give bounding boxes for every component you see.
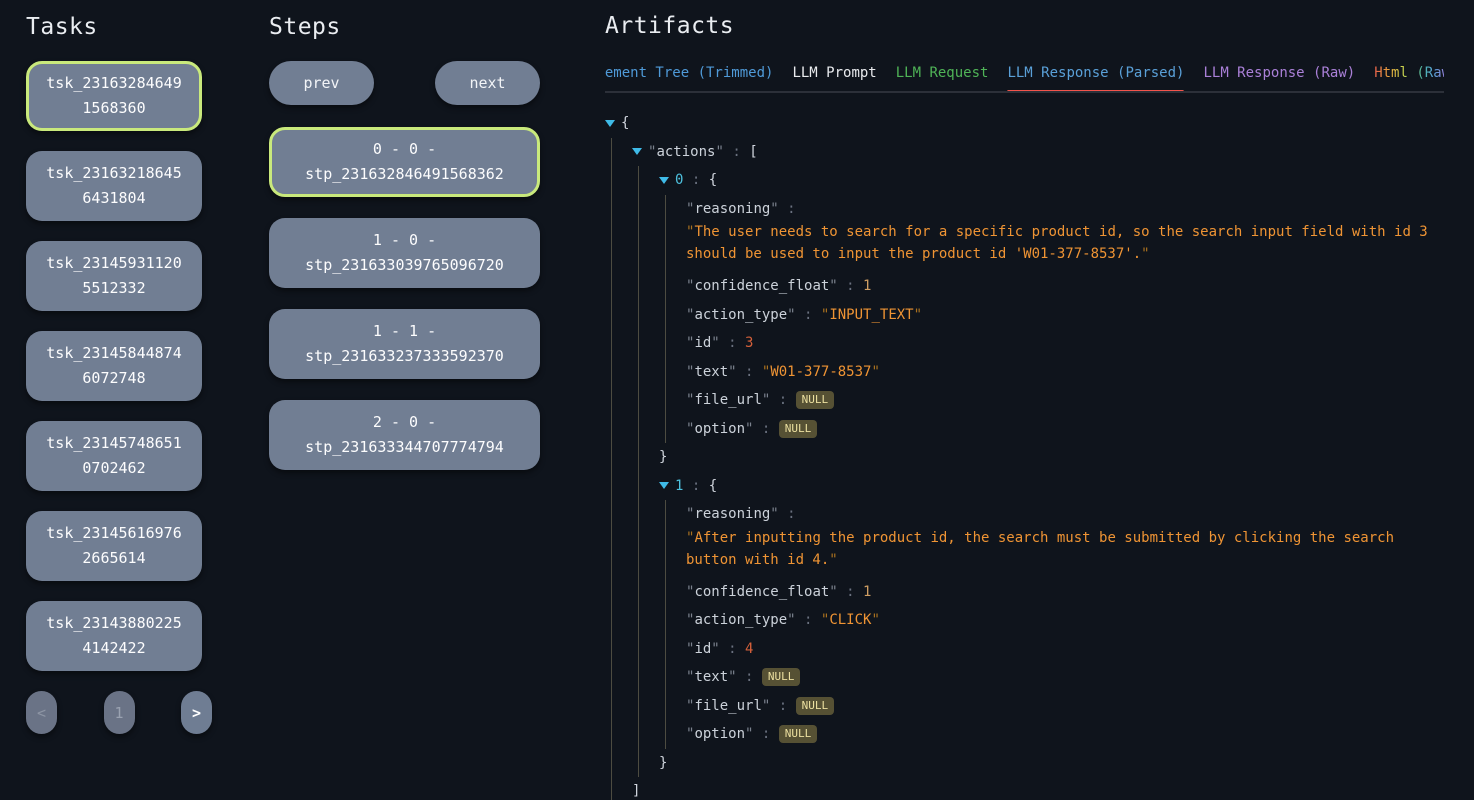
task-list: tsk_231632846491568360 tsk_23163218645643…: [26, 61, 202, 671]
prev-page-button[interactable]: <: [26, 691, 57, 734]
null-badge: NULL: [796, 697, 835, 715]
prev-step-button[interactable]: prev: [269, 61, 374, 105]
artifacts-panel: Artifacts Element Tree (Trimmed) LLM Prom…: [605, 13, 1444, 800]
json-row: 1 : {: [659, 472, 1444, 501]
tab-llm-prompt[interactable]: LLM Prompt: [792, 65, 876, 81]
json-number-value: 1: [863, 584, 871, 600]
json-row: "confidence_float" : 1: [686, 272, 1444, 301]
json-row: "action_type" : "CLICK": [686, 606, 1444, 635]
step-button[interactable]: 0 - 0 - stp_231632846491568362: [269, 127, 540, 197]
json-string-value: INPUT_TEXT: [829, 307, 913, 323]
json-row: "id" : 4: [686, 635, 1444, 664]
json-children: "reasoning" :"The user needs to search f…: [665, 195, 1444, 444]
json-key: text: [694, 669, 728, 685]
tab-html-raw[interactable]: Html (Raw): [1374, 65, 1444, 81]
json-row: "reasoning" :: [686, 500, 1444, 529]
collapse-arrow-icon[interactable]: [659, 482, 669, 489]
json-row: }: [659, 443, 1444, 472]
json-key: action_type: [694, 307, 787, 323]
json-row: "option" : NULL: [686, 415, 1444, 444]
tasks-title: Tasks: [26, 14, 202, 40]
json-children: 0 : {"reasoning" :"The user needs to sea…: [638, 166, 1444, 777]
json-key: id: [694, 335, 711, 351]
json-row: "reasoning" :: [686, 195, 1444, 224]
page-number-button[interactable]: 1: [104, 691, 135, 734]
null-badge: NULL: [779, 725, 818, 743]
collapse-arrow-icon[interactable]: [632, 148, 642, 155]
tab-llm-request[interactable]: LLM Request: [896, 65, 989, 81]
json-row: ]: [632, 777, 1444, 800]
task-button[interactable]: tsk_231459311205512332: [26, 241, 202, 311]
json-row: "text" : NULL: [686, 663, 1444, 692]
null-badge: NULL: [779, 420, 818, 438]
json-key: id: [694, 641, 711, 657]
null-badge: NULL: [762, 668, 801, 686]
collapse-arrow-icon[interactable]: [659, 177, 669, 184]
null-badge: NULL: [796, 391, 835, 409]
json-children: "actions" : [0 : {"reasoning" :"The user…: [611, 138, 1444, 800]
step-button[interactable]: 2 - 0 - stp_231633344707774794: [269, 400, 540, 470]
tab-element-tree-trimmed[interactable]: Element Tree (Trimmed): [605, 65, 773, 81]
json-key: actions: [656, 144, 715, 160]
task-button[interactable]: tsk_231632846491568360: [26, 61, 202, 131]
json-row: "option" : NULL: [686, 720, 1444, 749]
json-row: "confidence_float" : 1: [686, 578, 1444, 607]
tasks-panel: Tasks tsk_231632846491568360 tsk_23163218…: [26, 14, 202, 734]
json-string-value: CLICK: [829, 612, 871, 628]
json-row: 0 : {: [659, 166, 1444, 195]
json-row: "action_type" : "INPUT_TEXT": [686, 301, 1444, 330]
json-string-value: "The user needs to search for a specific…: [686, 221, 1428, 265]
next-page-button[interactable]: >: [181, 691, 212, 734]
json-key: option: [694, 726, 745, 742]
step-button[interactable]: 1 - 1 - stp_231633237333592370: [269, 309, 540, 379]
next-step-button[interactable]: next: [435, 61, 540, 105]
task-button[interactable]: tsk_231458448746072748: [26, 331, 202, 401]
json-key: file_url: [694, 392, 761, 408]
json-row: "actions" : [: [632, 138, 1444, 167]
json-viewer: {"actions" : [0 : {"reasoning" :"The use…: [605, 109, 1444, 800]
steps-title: Steps: [269, 14, 540, 40]
json-key: option: [694, 421, 745, 437]
json-key: confidence_float: [694, 278, 829, 294]
json-key: file_url: [694, 698, 761, 714]
task-button[interactable]: tsk_231632186456431804: [26, 151, 202, 221]
task-button[interactable]: tsk_231456169762665614: [26, 511, 202, 581]
tab-llm-response-parsed[interactable]: LLM Response (Parsed): [1007, 65, 1184, 81]
app-root: Tasks tsk_231632846491568360 tsk_23163218…: [0, 0, 1474, 800]
collapse-arrow-icon[interactable]: [605, 120, 615, 127]
task-button[interactable]: tsk_231438802254142422: [26, 601, 202, 671]
json-number-value: 1: [863, 278, 871, 294]
json-row: "id" : 3: [686, 329, 1444, 358]
task-button[interactable]: tsk_231457486510702462: [26, 421, 202, 491]
artifacts-title: Artifacts: [605, 13, 1444, 39]
json-row: "text" : "W01-377-8537": [686, 358, 1444, 387]
json-index: 1: [675, 478, 683, 494]
json-string-value: "After inputting the product id, the sea…: [686, 527, 1428, 571]
json-index: 0: [675, 172, 683, 188]
json-key: confidence_float: [694, 584, 829, 600]
json-key: reasoning: [694, 201, 770, 217]
json-number-value: 4: [745, 641, 753, 657]
tab-llm-response-raw[interactable]: LLM Response (Raw): [1203, 65, 1355, 81]
json-row: {: [605, 109, 1444, 138]
json-string-value: W01-377-8537: [770, 364, 871, 380]
step-button[interactable]: 1 - 0 - stp_231633039765096720: [269, 218, 540, 288]
json-row: "file_url" : NULL: [686, 692, 1444, 721]
json-key: text: [694, 364, 728, 380]
steps-nav: prev next: [269, 61, 540, 105]
json-number-value: 3: [745, 335, 753, 351]
json-children: "reasoning" :"After inputting the produc…: [665, 500, 1444, 749]
json-key: reasoning: [694, 506, 770, 522]
json-key: action_type: [694, 612, 787, 628]
json-row: "file_url" : NULL: [686, 386, 1444, 415]
artifact-tabs: Element Tree (Trimmed) LLM Prompt LLM Requ…: [605, 65, 1444, 93]
steps-panel: Steps prev next 0 - 0 - stp_231632846491…: [269, 14, 540, 491]
step-list: 0 - 0 - stp_231632846491568362 1 - 0 - st…: [269, 127, 540, 470]
pagination: < 1 >: [26, 691, 212, 734]
json-row: }: [659, 749, 1444, 778]
